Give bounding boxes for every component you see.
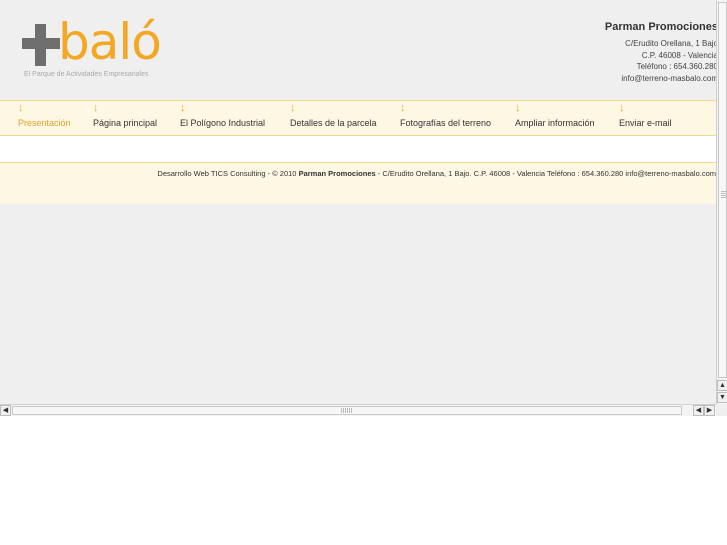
logo-wordmark: baló xyxy=(58,13,162,71)
scroll-left-button-end[interactable]: ◀ xyxy=(693,405,704,416)
arrow-down-icon: ↓ xyxy=(290,102,296,114)
arrow-down-icon: ↓ xyxy=(515,102,521,114)
nav-item-label: Ampliar información xyxy=(515,118,595,128)
vertical-scroll-thumb[interactable] xyxy=(718,2,727,378)
contact-company: Parman Promociones xyxy=(604,21,718,33)
scroll-down-button[interactable]: ▼ xyxy=(717,392,727,403)
logo-plus-horizontal xyxy=(22,38,60,49)
footer-suffix: - C/Erudito Orellana, 1 Bajo. C.P. 46008… xyxy=(375,169,716,178)
nav-item-label: El Polígono Industrial xyxy=(180,118,266,128)
contact-address: C/Erudito Orellana, 1 Bajo xyxy=(625,39,718,48)
main-navigation: ↓ Presentación ↓ Página principal ↓ El P… xyxy=(0,100,716,136)
contact-city: C.P. 46008 - Valencia xyxy=(641,50,718,60)
arrow-down-icon: ↓ xyxy=(400,102,406,114)
vertical-scrollbar[interactable]: ▲ ▼ xyxy=(716,0,727,404)
arrow-down-icon: ↓ xyxy=(93,102,99,114)
nav-item-label: Enviar e-mail xyxy=(619,118,672,128)
scroll-up-button[interactable]: ▲ xyxy=(717,380,727,391)
nav-item-label: Detalles de la parcela xyxy=(290,118,377,128)
browser-viewport: baló El Parque de Actividades Empresari… xyxy=(0,0,727,416)
footer-company: Parman Promociones xyxy=(298,169,376,178)
contact-email[interactable]: info@terreno-masbalo.com xyxy=(518,73,718,85)
header-contact-block: Parman Promociones C/Erudito Orellana, 1… xyxy=(518,21,718,84)
grip-icon xyxy=(341,408,353,413)
scroll-left-button[interactable]: ◀ xyxy=(0,405,11,416)
logo-tagline: El Parque de Actividades Empresariales xyxy=(24,71,149,78)
footer-prefix: Desarrollo Web TICS Consulting - © 2010 xyxy=(157,169,299,178)
content-area xyxy=(0,136,716,162)
arrow-down-icon: ↓ xyxy=(180,102,186,114)
scroll-right-button[interactable]: ▶ xyxy=(704,405,715,416)
nav-item-label: Presentación xyxy=(18,118,71,128)
grip-icon xyxy=(721,191,726,199)
horizontal-scroll-thumb[interactable] xyxy=(12,406,682,415)
scrollbar-corner xyxy=(716,404,727,416)
contact-phone: Teléfono : 654.360.280 xyxy=(636,62,718,71)
nav-item-label: Fotografías del terreno xyxy=(400,118,492,128)
footer-text: Desarrollo Web TICS Consulting - © 2010 … xyxy=(157,169,716,178)
horizontal-scrollbar[interactable]: ◀ ◀ ▶ xyxy=(0,404,716,416)
nav-item-label: Página principal xyxy=(93,118,158,128)
page-footer: Desarrollo Web TICS Consulting - © 2010 … xyxy=(0,162,716,204)
site-logo[interactable]: baló El Parque de Actividades Empresari… xyxy=(22,13,182,84)
arrow-down-icon: ↓ xyxy=(18,102,24,114)
arrow-down-icon: ↓ xyxy=(619,102,625,114)
